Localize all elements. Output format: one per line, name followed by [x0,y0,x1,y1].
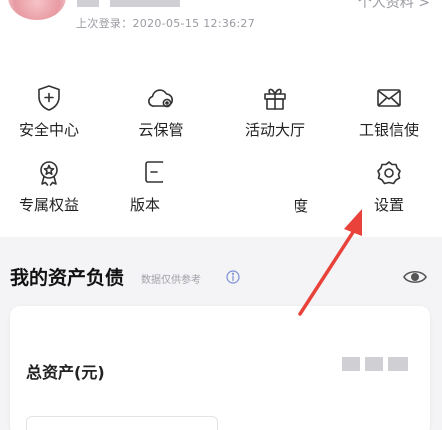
profile-link[interactable]: 个人资料 > [358,0,430,12]
menu-label: 安全中心 [18,121,79,139]
menu-label: 工银信使 [358,121,419,139]
menu-label: 专属权益 [18,196,79,214]
menu-label: 活动大厅 [244,121,305,139]
occlusion-overlay [163,162,295,237]
profile-panel: 上次登录：2020-05-15 12:36:27 个人资料 > 安全中心 云保管… [0,0,442,237]
shield-plus-icon [38,85,60,111]
username-blurred [77,0,99,7]
total-assets-label: 总资产(元) [26,363,105,382]
last-login-time: 2020-05-15 12:36:27 [132,17,256,30]
avatar[interactable] [8,0,66,20]
assets-card: 总资产(元) [10,306,430,430]
menu-icbc-messenger[interactable]: 工银信使 [344,83,434,140]
assets-disclaimer: 数据仅供参考 [141,275,201,286]
mail-icon [377,89,401,107]
asset-subsection[interactable] [26,416,218,430]
menu-label: 设置 [373,196,404,214]
total-assets-blurred [388,357,408,371]
menu-settings[interactable]: 设置 [344,158,434,215]
last-login-text: 上次登录：2020-05-15 12:36:27 [76,15,255,31]
menu-label: 云保管 [138,121,184,139]
badge-icon [40,161,58,186]
menu-cloud-custody[interactable]: 云保管 [116,83,206,140]
gift-icon [264,88,286,110]
menu-events-hall[interactable]: 活动大厅 [230,83,320,140]
cloud-icon [148,89,174,108]
menu-exclusive-benefits[interactable]: 专属权益 [4,158,94,215]
menu-security-center[interactable]: 安全中心 [4,83,94,140]
assets-section-title: 我的资产负债 [10,267,125,289]
gear-icon [377,161,401,185]
info-icon[interactable] [226,270,240,284]
total-assets-blurred [342,357,360,371]
total-assets-blurred [365,357,383,371]
last-login-label: 上次登录： [76,17,133,30]
eye-icon[interactable] [402,268,428,286]
username-blurred [110,0,180,7]
